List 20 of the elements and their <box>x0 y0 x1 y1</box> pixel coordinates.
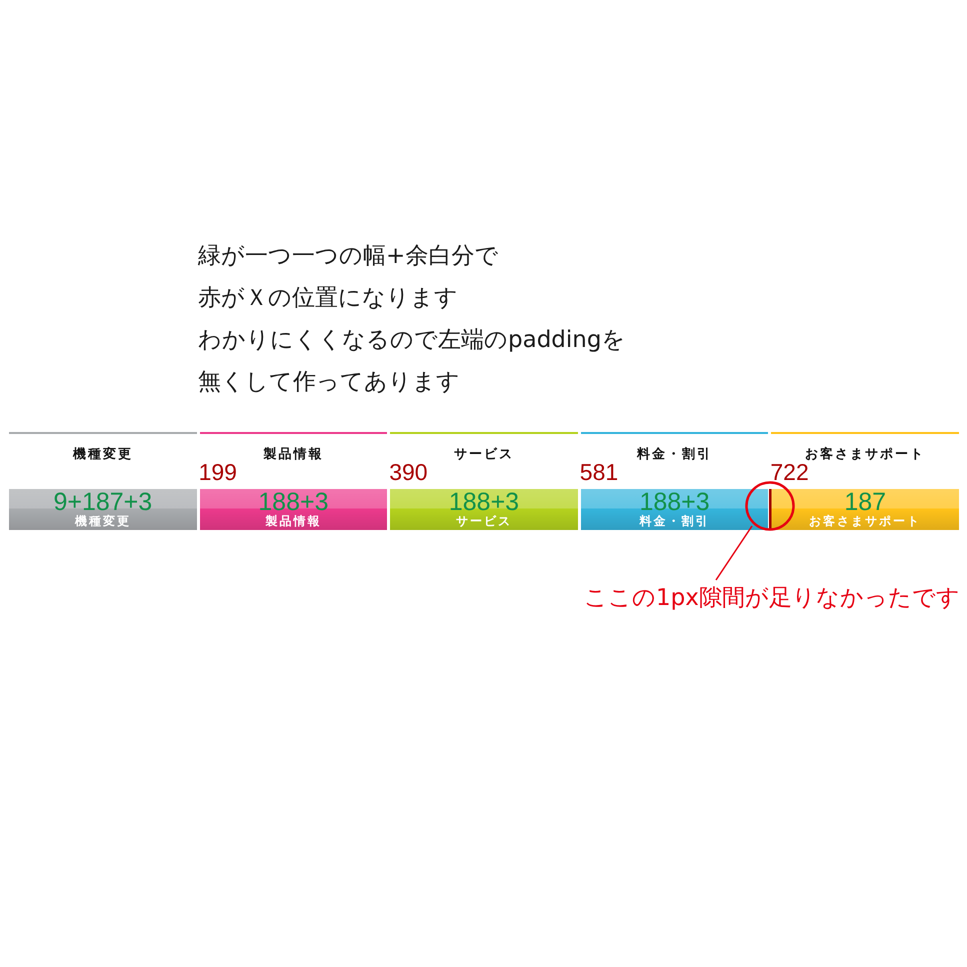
note-text: わかりにくくなるので左端のpaddingを <box>198 326 626 355</box>
x-position-note: 581 <box>580 459 618 485</box>
width-note: 188+3 <box>448 490 520 514</box>
width-note: 9+187+3 <box>53 490 152 514</box>
menu-heading: 製品情報 <box>263 446 324 464</box>
x-position-note: 390 <box>389 459 428 485</box>
note-text: 赤がＸの位置になります <box>198 284 458 313</box>
x-position-note: 199 <box>198 459 237 485</box>
highlight-circle <box>745 481 795 531</box>
callout-text: ここの1px隙間が足りなかったです <box>584 584 960 613</box>
menu-heading: 機種変更 <box>72 446 133 464</box>
menu-heading: サービス <box>454 446 514 464</box>
width-note: 187 <box>844 490 886 514</box>
width-note: 188+3 <box>258 490 328 514</box>
leader-line <box>715 526 753 580</box>
gap-marker <box>769 489 772 530</box>
note-text: 緑が一つ一つの幅+余白分で <box>198 242 498 271</box>
width-note: 188+3 <box>639 490 710 514</box>
note-text: 無くして作ってあります <box>198 368 460 397</box>
menu-heading: 料金・割引 <box>637 446 712 464</box>
